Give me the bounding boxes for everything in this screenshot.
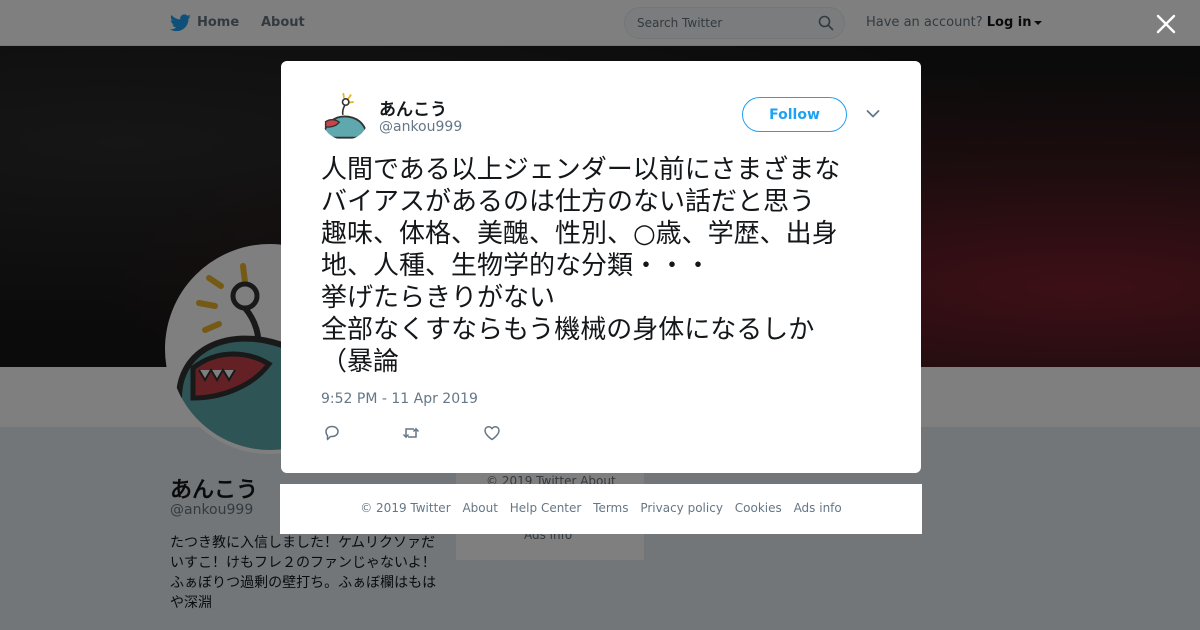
tweet-text-line: 挙げたらきりがない xyxy=(321,283,556,313)
tweet-timestamp[interactable]: 9:52 PM - 11 Apr 2019 xyxy=(321,391,478,407)
footer-cookies-link[interactable]: Cookies xyxy=(735,501,782,515)
chevron-down-icon[interactable] xyxy=(866,109,880,119)
close-icon[interactable] xyxy=(1156,14,1176,34)
tweet-text-line: 趣味、体格、美醜、性別、○歳、学歴、出身 xyxy=(321,219,838,249)
retweet-icon[interactable] xyxy=(402,424,420,442)
footer-about-link[interactable]: About xyxy=(462,501,497,515)
anglerfish-avatar-icon xyxy=(321,92,369,140)
tweet-text-line: 人間である以上ジェンダー以前にさまざまな xyxy=(321,155,841,185)
footer-help-center-link[interactable]: Help Center xyxy=(510,501,582,515)
footer-links: © 2019 Twitter About Help Center Terms P… xyxy=(280,501,922,515)
tweet-modal: あんこう @ankou999 Follow 人間である以上ジェンダー以前にさまざ… xyxy=(281,61,921,473)
reply-icon[interactable] xyxy=(323,424,341,442)
footer-ads-info-link[interactable]: Ads info xyxy=(794,501,842,515)
tweet-text-line: （暴論 xyxy=(321,347,400,377)
footer-copyright: © 2019 Twitter xyxy=(360,501,451,515)
footer-privacy-link[interactable]: Privacy policy xyxy=(640,501,723,515)
tweet-text-line: 全部なくすならもう機械の身体になるしか xyxy=(321,315,815,345)
like-icon[interactable] xyxy=(483,424,501,442)
modal-footer: © 2019 Twitter About Help Center Terms P… xyxy=(280,484,922,534)
tweet-text: 人間である以上ジェンダー以前にさまざまな バイアスがあるのは仕方のない話だと思う… xyxy=(321,154,891,378)
tweet-author-avatar[interactable] xyxy=(321,92,369,140)
tweet-text-line: 地、人種、生物学的な分類・・・ xyxy=(321,251,712,281)
tweet-author-handle[interactable]: @ankou999 xyxy=(379,119,462,135)
tweet-text-line: バイアスがあるのは仕方のない話だと思う xyxy=(321,187,816,217)
follow-button[interactable]: Follow xyxy=(742,97,847,132)
tweet-author-name[interactable]: あんこう xyxy=(379,95,447,120)
footer-terms-link[interactable]: Terms xyxy=(593,501,628,515)
